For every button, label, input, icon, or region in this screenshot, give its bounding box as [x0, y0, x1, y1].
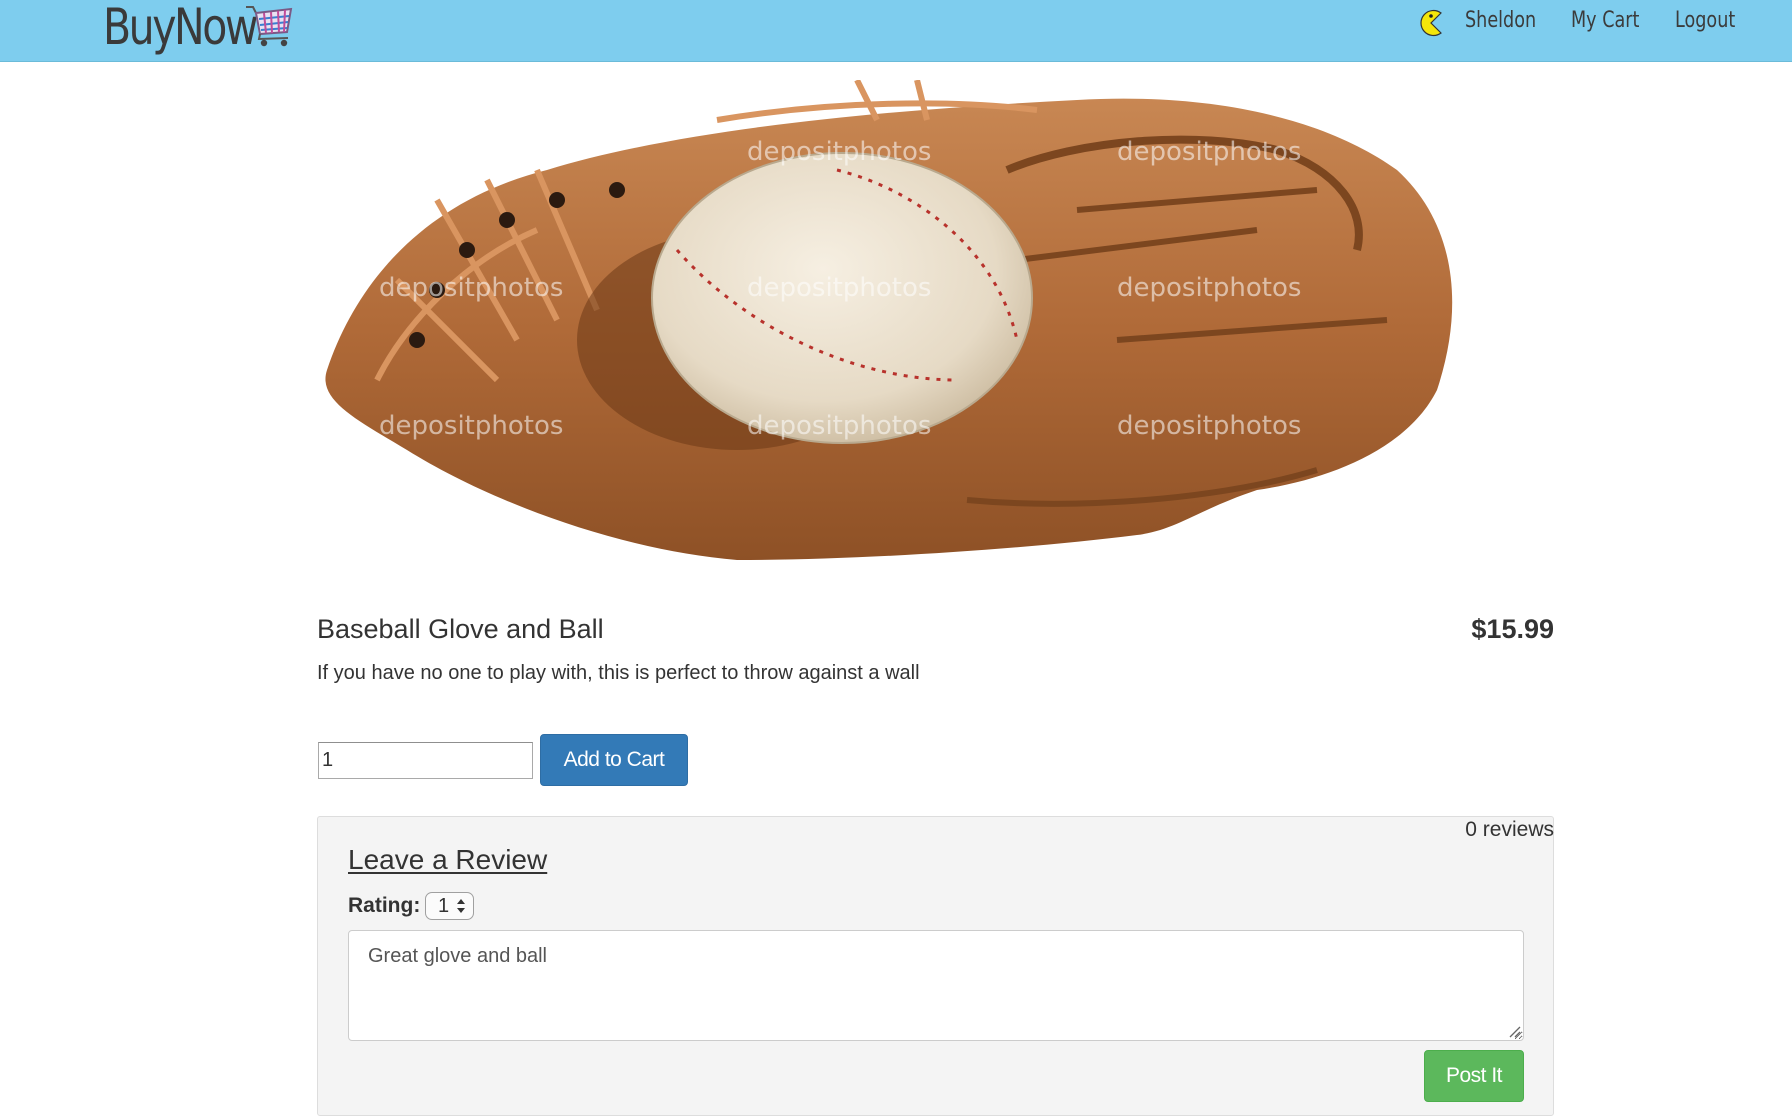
- svg-text:depositphotos: depositphotos: [1117, 137, 1301, 167]
- leave-review-heading[interactable]: Leave a Review: [348, 844, 547, 876]
- product-price: $15.99: [1471, 614, 1554, 644]
- svg-text:depositphotos: depositphotos: [747, 411, 931, 441]
- svg-text:depositphotos: depositphotos: [747, 137, 931, 167]
- product-description: If you have no one to play with, this is…: [317, 662, 920, 684]
- review-textarea[interactable]: Great glove and ball: [348, 930, 1524, 1041]
- review-count: 0 reviews: [1465, 818, 1554, 841]
- svg-text:depositphotos: depositphotos: [747, 273, 931, 303]
- svg-text:depositphotos: depositphotos: [1117, 411, 1301, 441]
- rating-select[interactable]: 1: [425, 892, 474, 920]
- product-title: Baseball Glove and Ball: [317, 614, 604, 644]
- nav-logout-link[interactable]: Logout: [1675, 8, 1735, 33]
- rating-select-value: 1: [438, 894, 450, 917]
- add-to-cart-button[interactable]: Add to Cart: [540, 734, 688, 786]
- quantity-input[interactable]: [318, 742, 533, 779]
- shopping-cart-icon[interactable]: [243, 0, 295, 48]
- top-navbar: BuyNow Sheldon My Cart Logout: [0, 0, 1792, 62]
- brand-logo-text[interactable]: BuyNow: [103, 0, 258, 58]
- resize-grip-icon[interactable]: [1507, 1024, 1521, 1038]
- select-arrows-icon: [457, 899, 465, 913]
- nav-user-link[interactable]: Sheldon: [1465, 8, 1536, 33]
- svg-text:depositphotos: depositphotos: [379, 137, 563, 167]
- svg-text:depositphotos: depositphotos: [379, 273, 563, 303]
- product-image: depositphotos depositphotos depositphoto…: [325, 80, 1453, 560]
- rating-label: Rating:: [348, 894, 421, 917]
- pacman-icon: [1420, 9, 1442, 37]
- nav-my-cart-link[interactable]: My Cart: [1571, 8, 1639, 33]
- post-review-button[interactable]: Post It: [1424, 1050, 1524, 1102]
- svg-text:depositphotos: depositphotos: [1117, 273, 1301, 303]
- svg-text:depositphotos: depositphotos: [379, 411, 563, 441]
